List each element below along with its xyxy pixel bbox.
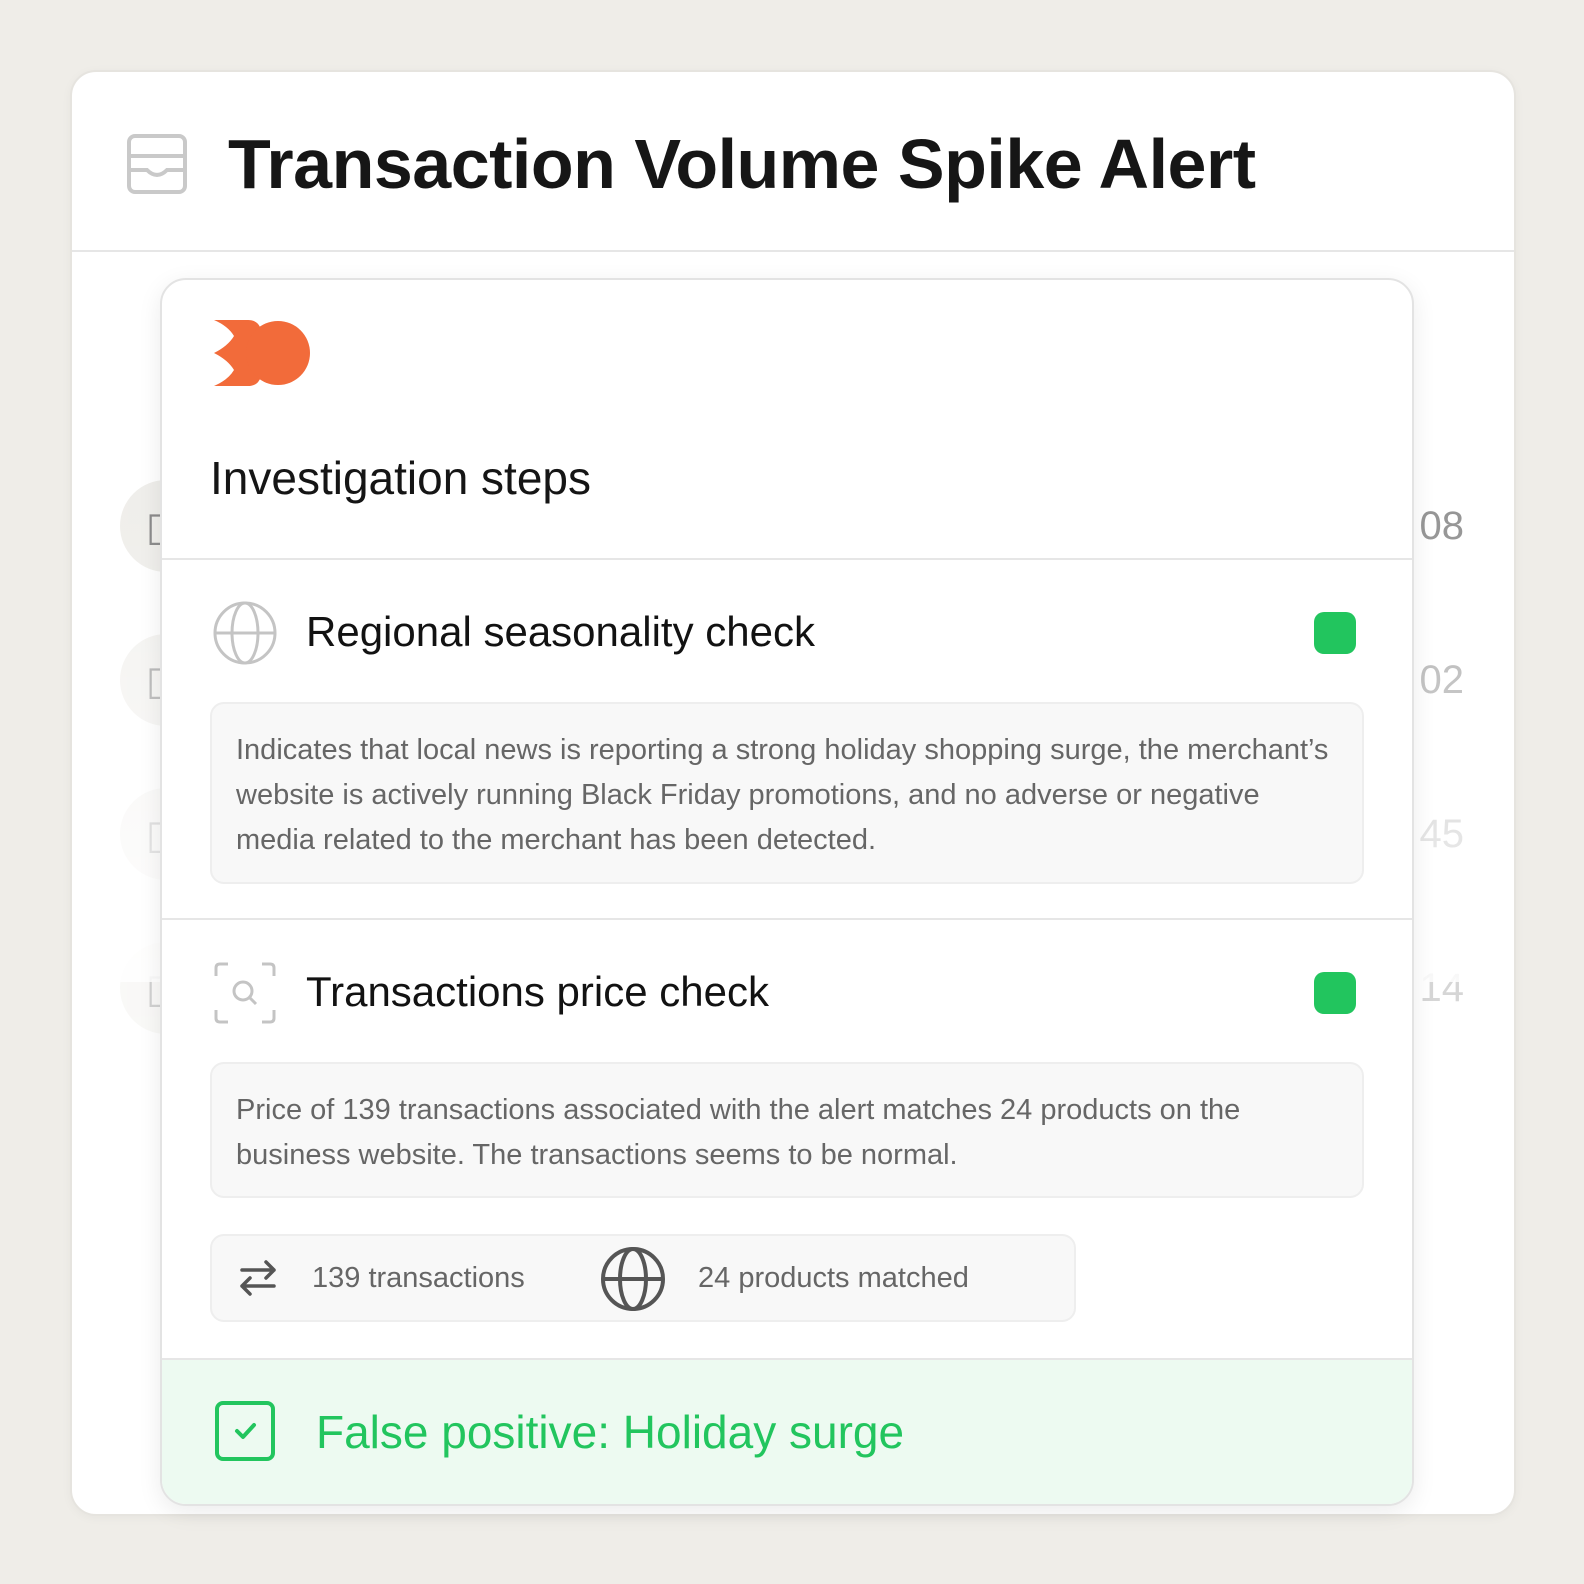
step-meta-bar: 139 transactions 24 products matched [210, 1234, 1076, 1322]
brand-logo [214, 320, 310, 386]
row-value: 02 [1419, 658, 1465, 702]
scan-search-icon [214, 962, 276, 1024]
step-title: Regional seasonality check [306, 608, 815, 655]
step-description: Indicates that local news is reporting a… [210, 702, 1364, 884]
panel-title: Investigation steps [210, 452, 592, 504]
globe-icon [601, 1247, 665, 1311]
arrows-exchange-icon [240, 1260, 276, 1296]
panel-header: Investigation steps [162, 280, 1412, 560]
products-matched: 24 products matched [698, 1262, 969, 1294]
globe-icon [213, 601, 277, 665]
step-transactions-price[interactable]: Transactions price check Price of 139 tr… [162, 920, 1412, 1360]
row-value: 14 [1419, 966, 1465, 1010]
status-indicator [1314, 972, 1356, 1014]
step-title: Transactions price check [306, 968, 769, 1015]
row-value: 08 [1419, 504, 1465, 548]
alert-header: Transaction Volume Spike Alert [72, 72, 1514, 252]
step-description: Price of 139 transactions associated wit… [210, 1062, 1364, 1198]
alert-title: Transaction Volume Spike Alert [228, 125, 1256, 203]
row-value: 45 [1419, 812, 1465, 856]
verdict-label: False positive: Holiday surge [316, 1406, 905, 1458]
investigation-panel: Investigation steps Regional seasonality… [160, 278, 1414, 1506]
inbox-icon [127, 134, 187, 194]
check-square-icon [215, 1401, 275, 1461]
status-indicator [1314, 612, 1356, 654]
step-regional-seasonality[interactable]: Regional seasonality check Indicates tha… [162, 560, 1412, 920]
transactions-count: 139 transactions [312, 1262, 525, 1294]
verdict-banner: False positive: Holiday surge [162, 1360, 1412, 1504]
